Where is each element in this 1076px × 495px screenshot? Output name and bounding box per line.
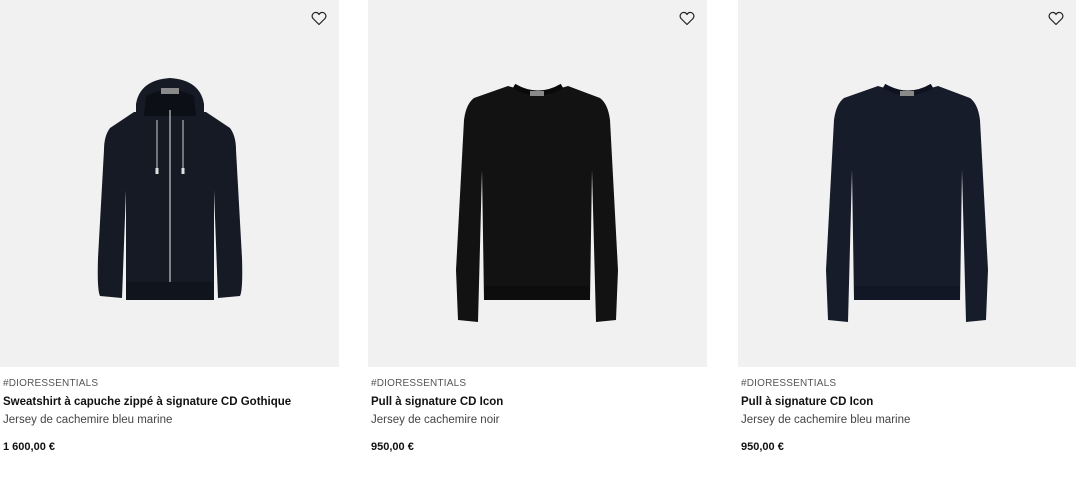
product-price: 1 600,00 € bbox=[3, 441, 55, 453]
product-price: 950,00 € bbox=[371, 441, 414, 453]
product-material: Jersey de cachemire bleu marine bbox=[741, 414, 911, 426]
product-name[interactable]: Pull à signature CD Icon bbox=[741, 393, 1071, 411]
heart-icon[interactable] bbox=[1048, 10, 1064, 26]
product-image[interactable] bbox=[738, 0, 1076, 367]
product-image[interactable] bbox=[0, 0, 339, 367]
product-info: #DIORESSENTIALS Pull à signature CD Icon… bbox=[371, 377, 701, 454]
product-material: Jersey de cachemire bleu marine bbox=[3, 414, 173, 426]
product-tag: #DIORESSENTIALS bbox=[3, 378, 99, 389]
product-grid: #DIORESSENTIALS Sweatshirt à capuche zip… bbox=[0, 0, 1076, 495]
sweater-black-image bbox=[456, 83, 618, 322]
sweater-navy-image bbox=[826, 83, 988, 322]
heart-icon[interactable] bbox=[679, 10, 695, 26]
product-tag: #DIORESSENTIALS bbox=[741, 378, 837, 389]
product-name[interactable]: Sweatshirt à capuche zippé à signature C… bbox=[3, 393, 333, 411]
product-price: 950,00 € bbox=[741, 441, 784, 453]
product-card[interactable]: #DIORESSENTIALS Pull à signature CD Icon… bbox=[738, 0, 1076, 495]
product-card[interactable]: #DIORESSENTIALS Sweatshirt à capuche zip… bbox=[0, 0, 339, 495]
zip-hoodie-image bbox=[97, 78, 243, 300]
product-card[interactable]: #DIORESSENTIALS Pull à signature CD Icon… bbox=[368, 0, 707, 495]
product-tag: #DIORESSENTIALS bbox=[371, 378, 467, 389]
product-info: #DIORESSENTIALS Pull à signature CD Icon… bbox=[741, 377, 1071, 454]
product-image[interactable] bbox=[368, 0, 707, 367]
heart-icon[interactable] bbox=[311, 10, 327, 26]
product-name[interactable]: Pull à signature CD Icon bbox=[371, 393, 701, 411]
product-info: #DIORESSENTIALS Sweatshirt à capuche zip… bbox=[3, 377, 333, 454]
product-material: Jersey de cachemire noir bbox=[371, 414, 500, 426]
